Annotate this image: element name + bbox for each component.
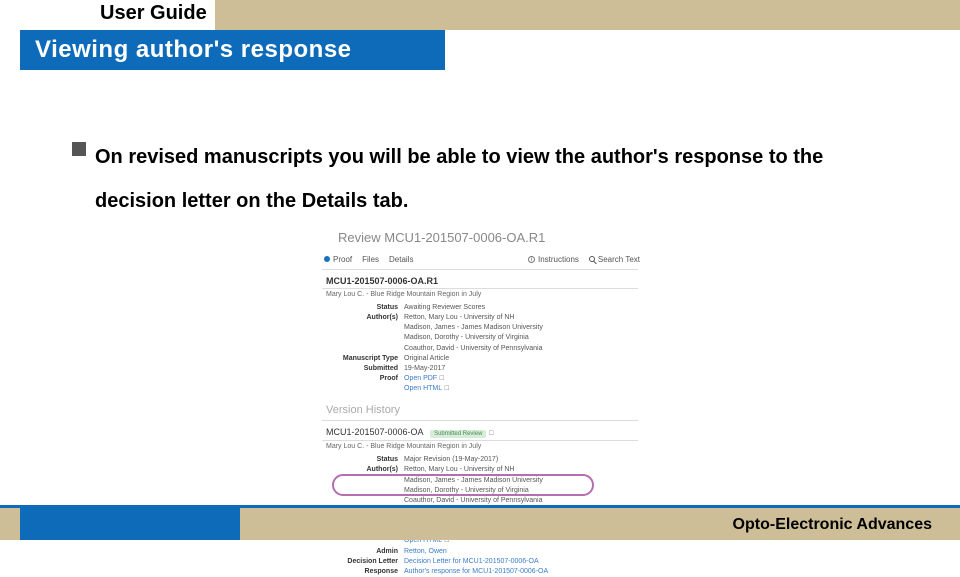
bullet-icon [72, 142, 86, 156]
prev-manuscript-id: MCU1-201507-0006-OA Submitted Review☐ [326, 427, 650, 438]
divider [322, 288, 638, 289]
author-response-link[interactable]: Author's response for MCU1-201507-0006-O… [404, 567, 650, 577]
body-text: On revised manuscripts you will be able … [95, 135, 905, 223]
row-authors: Author(s)Retton, Mary Lou - University o… [326, 313, 650, 323]
tab-search[interactable]: Search Text [589, 255, 640, 264]
row-mstype: Manuscript TypeOriginal Article [326, 354, 650, 364]
tab-proof[interactable]: Proof [324, 255, 352, 264]
footer-journal: Opto-Electronic Advances [733, 516, 932, 534]
row-authors: Author(s)Retton, Mary Lou - University o… [326, 465, 650, 475]
search-icon [589, 256, 595, 262]
info-icon: i [528, 256, 535, 263]
row-status: StatusMajor Revision (19-May-2017) [326, 455, 650, 465]
row-proof: ProofOpen PDF☐ [326, 374, 650, 384]
tab-files[interactable]: Files [362, 255, 379, 264]
divider [322, 269, 638, 270]
row-admin: AdminRetton, Owen [326, 547, 650, 557]
divider [322, 420, 638, 421]
dot-icon [324, 256, 330, 262]
external-icon: ☐ [439, 376, 444, 382]
decision-letter-link[interactable]: Decision Letter for MCU1-201507-0006-OA [404, 557, 650, 567]
tabs-row: Proof Files Details iInstructions Search… [324, 251, 650, 267]
row-submitted: Submitted19-May-2017 [326, 364, 650, 374]
tab-details[interactable]: Details [389, 255, 413, 264]
submitted-badge: Submitted Review [430, 430, 486, 438]
screenshot-panel: Review MCU1-201507-0006-OA.R1 Proof File… [310, 226, 650, 501]
section-title-bar: Viewing author's response [20, 30, 445, 70]
manuscript-subtitle: Mary Lou C. - Blue Ridge Mountain Region… [326, 291, 650, 298]
row-decision-letter: Decision LetterDecision Letter for MCU1-… [326, 557, 650, 567]
footer-blue-block [20, 508, 240, 540]
external-icon: ☐ [488, 431, 493, 437]
section-title: Viewing author's response [35, 36, 352, 64]
review-title: Review MCU1-201507-0006-OA.R1 [338, 230, 650, 245]
prev-subtitle: Mary Lou C. - Blue Ridge Mountain Region… [326, 443, 650, 450]
row-status: StatusAwaiting Reviewer Scores [326, 303, 650, 313]
row-response: ResponseAuthor's response for MCU1-20150… [326, 567, 650, 577]
divider [322, 440, 638, 441]
tab-instructions[interactable]: iInstructions [528, 255, 579, 264]
version-history-heading: Version History [326, 404, 650, 416]
user-guide-label: User Guide [100, 2, 207, 25]
open-pdf-link[interactable]: Open PDF [404, 375, 437, 382]
open-html-link[interactable]: Open HTML [404, 385, 442, 392]
manuscript-id: MCU1-201507-0006-OA.R1 [326, 276, 650, 286]
external-icon: ☐ [444, 386, 449, 392]
